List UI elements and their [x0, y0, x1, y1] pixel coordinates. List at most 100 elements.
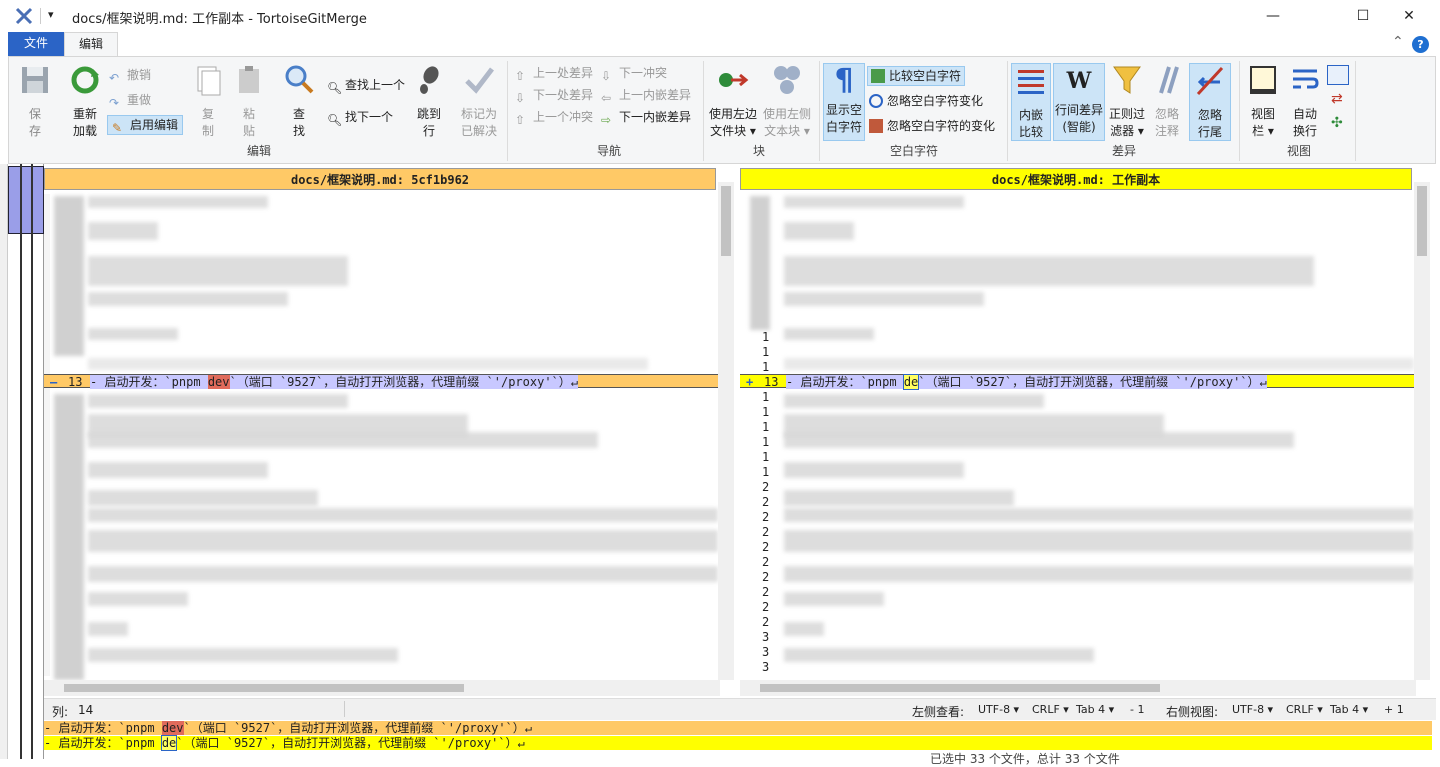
left-encoding-select[interactable]: UTF-8 ▾ — [978, 703, 1019, 716]
ignore-eol-button[interactable]: 忽略 行尾 — [1189, 63, 1231, 141]
left-diff-line[interactable]: — 13 - 启动开发：`pnpm dev`（端口 `9527`，自动打开浏览器… — [44, 374, 720, 389]
collapse-ribbon-icon[interactable]: ⌃ — [1392, 34, 1404, 50]
left-vertical-scrollbar[interactable] — [718, 182, 734, 680]
tortoisegitmerge-app-icon[interactable] — [14, 7, 34, 25]
blurred-text — [784, 222, 854, 240]
scroll-thumb[interactable] — [760, 684, 1160, 692]
locator-viewport[interactable] — [8, 166, 44, 234]
ribbon: 保 存 重新 加载 ↶ 撤销 ↷ 重做 ✎ 启用编辑 复 制 粘 贴 查 找 🔍︎ 查找… — [8, 56, 1436, 164]
right-line-number-fragment: 3 — [762, 630, 770, 644]
right-line-number-fragment: 2 — [762, 615, 770, 629]
use-left-block-button[interactable]: 使用左边 文件块 ▾ — [707, 63, 759, 140]
right-eol-select[interactable]: CRLF ▾ — [1286, 703, 1323, 716]
help-icon[interactable]: ? — [1412, 36, 1429, 53]
next-diff-button[interactable]: ⇩ 下一处差异 — [515, 85, 593, 105]
right-pane[interactable]: docs/框架说明.md: 工作副本 111111111222222222233… — [740, 168, 1432, 696]
scroll-thumb[interactable] — [721, 186, 731, 256]
compare-ws-icon — [871, 69, 885, 83]
blurred-text — [88, 196, 268, 208]
blurred-text — [784, 622, 824, 636]
right-line-number-fragment: 1 — [762, 465, 770, 479]
view-bar-button[interactable]: 视图 栏 ▾ — [1245, 63, 1281, 140]
compare-whitespace-button[interactable]: 比较空白字符 — [867, 66, 966, 86]
save-button[interactable]: 保 存 — [15, 63, 55, 140]
mark-resolved-button[interactable]: 标记为 已解决 — [457, 63, 501, 140]
panel-layout-icon[interactable] — [1327, 65, 1349, 85]
maximize-button[interactable]: ☐ — [1340, 0, 1386, 32]
left-pane[interactable]: docs/框架说明.md: 5cf1b962 — 13 - 启动开发：`pnpm… — [44, 168, 736, 696]
word-wrap-button[interactable]: 自动 换行 — [1285, 63, 1325, 140]
left-horizontal-scrollbar[interactable] — [44, 680, 720, 696]
left-marker-col — [44, 194, 50, 676]
scroll-thumb[interactable] — [1417, 186, 1427, 256]
right-encoding-select[interactable]: UTF-8 ▾ — [1232, 703, 1273, 716]
ignore-ws-changes-button[interactable]: 忽略空白字符变化 — [869, 91, 983, 111]
collapse-icon[interactable]: ✣ — [1331, 115, 1343, 131]
right-line-number-fragment: 1 — [762, 435, 770, 449]
inline-diff-button[interactable]: 内嵌 比较 — [1011, 63, 1051, 141]
find-next-button[interactable]: 🔍︎ 找下一个 — [327, 107, 393, 127]
find-label: 查 找 — [292, 107, 305, 138]
redo-button[interactable]: ↷ 重做 — [109, 90, 151, 110]
right-line-number-fragment: 1 — [762, 405, 770, 419]
left-line-text: - 启动开发：`pnpm dev`（端口 `9527`，自动打开浏览器，代理前缀… — [90, 375, 578, 389]
use-right-block-button[interactable]: 使用左侧 文本块 ▾ — [761, 63, 813, 140]
tab-file[interactable]: 文件 — [8, 32, 64, 56]
window-title: docs/框架说明.md: 工作副本 - TortoiseGitMerge — [72, 12, 367, 27]
quick-access-dropdown[interactable]: ▾ — [48, 8, 54, 21]
close-button[interactable]: ✕ — [1386, 0, 1432, 32]
find-next-icon: 🔍︎ — [327, 113, 343, 127]
reload-icon — [71, 66, 99, 94]
undo-button[interactable]: ↶ 撤销 — [109, 65, 151, 85]
reload-button[interactable]: 重新 加载 — [63, 63, 107, 140]
locator-bar[interactable] — [0, 164, 44, 759]
arrow-down-icon: ⇩ — [601, 69, 612, 83]
blurred-text — [88, 648, 398, 662]
enable-edit-label: 启用编辑 — [130, 118, 179, 132]
find-next-label: 找下一个 — [345, 110, 394, 124]
swap-icon[interactable]: ⇄ — [1331, 91, 1343, 107]
blurred-text — [88, 292, 288, 306]
tab-edit[interactable]: 编辑 — [64, 32, 118, 56]
regex-filter-button[interactable]: 正则过 滤器 ▾ — [1107, 63, 1147, 140]
right-pane-header: docs/框架说明.md: 工作副本 — [740, 168, 1412, 190]
use-right-label: 使用左侧 文本块 ▾ — [762, 107, 811, 138]
right-line-number-fragment: 3 — [762, 645, 770, 659]
enable-edit-button[interactable]: ✎ 启用编辑 — [107, 115, 184, 135]
paste-button[interactable]: 粘 贴 — [231, 63, 267, 140]
right-linenum-blur — [750, 196, 770, 330]
blurred-text — [784, 648, 1094, 662]
bottom-line1-after: `（端口 `9527`，自动打开浏览器，代理前缀 `'/proxy'`）↵ — [183, 721, 533, 735]
prev-diff-button[interactable]: ⇧ 上一处差异 — [515, 63, 593, 83]
show-whitespace-button[interactable]: ¶ 显示空 白字符 — [823, 63, 865, 141]
ignore-all-ws-button[interactable]: 忽略空白字符的变化 — [869, 116, 995, 136]
bottom-diff-line-right[interactable]: - 启动开发：`pnpm de`（端口 `9527`，自动打开浏览器，代理前缀 … — [44, 735, 1432, 751]
column-value: 14 — [78, 703, 94, 717]
bottom-diff-line-left[interactable]: - 启动开发：`pnpm dev`（端口 `9527`，自动打开浏览器，代理前缀… — [44, 721, 1432, 735]
left-tab-select[interactable]: Tab 4 ▾ — [1076, 703, 1114, 716]
right-line-number: 13 — [764, 375, 779, 389]
scroll-thumb[interactable] — [64, 684, 464, 692]
next-inline-button[interactable]: ⇨ 下一内嵌差异 — [601, 107, 691, 127]
inline-diff-icon — [1018, 70, 1044, 94]
prev-inline-button[interactable]: ⇦ 上一内嵌差异 — [601, 85, 691, 105]
bottom-line1-before: - 启动开发：`pnpm — [44, 721, 162, 735]
blurred-text — [88, 328, 178, 340]
right-vertical-scrollbar[interactable] — [1414, 182, 1430, 680]
find-prev-button[interactable]: 🔍︎ 查找上一个 — [327, 75, 405, 95]
group-label-nav: 导航 — [596, 144, 621, 158]
column-label: 列: — [52, 705, 69, 719]
next-conflict-button[interactable]: ⇩ 下一冲突 — [601, 63, 667, 83]
line-diff-button[interactable]: W 行间差异 (智能) — [1053, 63, 1105, 141]
minimize-button[interactable]: — — [1250, 0, 1296, 32]
copy-label: 复 制 — [201, 107, 214, 138]
left-eol-select[interactable]: CRLF ▾ — [1032, 703, 1069, 716]
right-diff-line[interactable]: + 13 - 启动开发：`pnpm de`（端口 `9527`，自动打开浏览器，… — [740, 374, 1416, 390]
find-button[interactable]: 查 找 — [281, 63, 317, 140]
prev-conflict-button[interactable]: ⇧ 上一个冲突 — [515, 107, 593, 127]
goto-line-button[interactable]: 跳到 行 — [409, 63, 449, 140]
ignore-comments-button[interactable]: 忽略 注释 — [1149, 63, 1185, 140]
right-horizontal-scrollbar[interactable] — [740, 680, 1416, 696]
right-tab-select[interactable]: Tab 4 ▾ — [1330, 703, 1368, 716]
copy-button[interactable]: 复 制 — [191, 63, 225, 140]
